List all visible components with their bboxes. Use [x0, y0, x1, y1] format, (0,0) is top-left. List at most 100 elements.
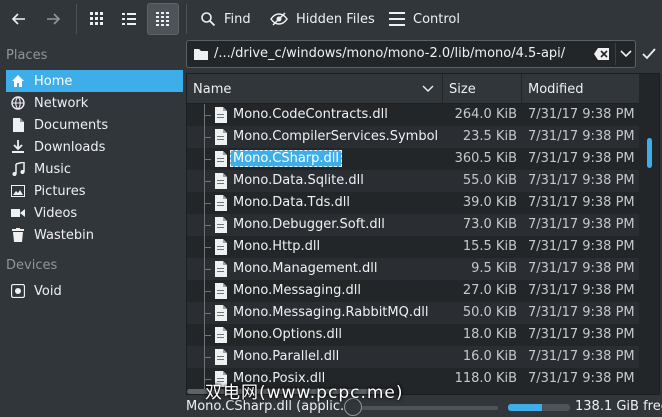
- table-row[interactable]: Mono.Messaging.RabbitMQ.dll 50.0 KiB 7/31/…: [187, 302, 639, 324]
- tree-line: [204, 247, 211, 248]
- table-row[interactable]: Mono.Http.dll 15.5 KiB 7/31/17 9:38 PM: [187, 236, 639, 258]
- clear-location-icon[interactable]: [594, 47, 610, 61]
- control-label: Control: [413, 11, 460, 27]
- file-size: 23.5 KiB: [462, 129, 517, 144]
- file-modified: 7/31/17 9:38 PM: [528, 283, 635, 298]
- table-row[interactable]: Mono.Parallel.dll 16.0 KiB 7/31/17 9:38 PM: [187, 346, 639, 368]
- location-separator: [615, 43, 616, 65]
- location-bar[interactable]: /.../drive_c/windows/mono/mono-2.0/lib/m…: [186, 40, 636, 68]
- column-name-label: Name: [193, 81, 232, 97]
- file-icon: [215, 195, 227, 211]
- file-name[interactable]: Mono.Messaging.RabbitMQ.dll: [233, 305, 438, 320]
- file-name[interactable]: Mono.Options.dll: [233, 327, 438, 342]
- file-icon: [215, 283, 227, 299]
- trash-icon: [10, 227, 26, 243]
- tree-line: [204, 137, 211, 138]
- file-modified: 7/31/17 9:38 PM: [528, 195, 635, 210]
- tree-line: [204, 225, 211, 226]
- file-modified: 7/31/17 9:38 PM: [528, 239, 635, 254]
- find-button[interactable]: Find: [194, 3, 257, 35]
- compact-view-button[interactable]: [115, 3, 143, 35]
- icons-view-button[interactable]: [83, 3, 111, 35]
- place-wastebin[interactable]: Wastebin: [6, 224, 183, 246]
- toolbar-separator: [186, 4, 187, 34]
- watermark: 双电网(www.pcpc.me): [205, 383, 404, 403]
- music-icon: [10, 161, 26, 177]
- place-label: Videos: [34, 205, 78, 221]
- file-size: 16.0 KiB: [462, 349, 517, 364]
- column-modified-header[interactable]: Modified: [522, 74, 639, 104]
- tree-line: [204, 291, 211, 292]
- file-modified: 7/31/17 9:38 PM: [528, 107, 635, 122]
- place-videos[interactable]: Videos: [6, 202, 183, 224]
- table-row[interactable]: Mono.CSharp.dll 360.5 KiB 7/31/17 9:38 PM: [187, 148, 639, 170]
- place-home[interactable]: Home: [6, 70, 183, 92]
- hidden-files-button[interactable]: Hidden Files: [264, 3, 381, 35]
- file-name[interactable]: Mono.Data.Sqlite.dll: [233, 173, 438, 188]
- drive-icon: [10, 283, 26, 299]
- file-name[interactable]: Mono.Parallel.dll: [233, 349, 438, 364]
- documents-icon: [10, 117, 26, 133]
- file-icon: [215, 129, 227, 145]
- list-icon: [122, 13, 136, 25]
- place-music[interactable]: Music: [6, 158, 183, 180]
- details-view-button[interactable]: [147, 3, 179, 35]
- file-name[interactable]: Mono.Messaging.dll: [233, 283, 438, 298]
- file-icon: [215, 261, 227, 277]
- vertical-scrollbar[interactable]: [639, 104, 659, 394]
- column-header: Name Size Modified: [187, 74, 639, 104]
- file-name[interactable]: Mono.Management.dll: [233, 261, 438, 276]
- file-size: 39.0 KiB: [462, 195, 517, 210]
- tree-line: [204, 313, 211, 314]
- file-modified: 7/31/17 9:38 PM: [528, 261, 635, 276]
- tree-line: [204, 335, 211, 336]
- place-label: Home: [34, 73, 73, 89]
- place-label: Documents: [34, 117, 109, 133]
- places-section-title: Places: [6, 48, 48, 63]
- forward-button[interactable]: [40, 3, 66, 35]
- column-size-header[interactable]: Size: [443, 74, 521, 104]
- file-name[interactable]: Mono.Debugger.Soft.dll: [233, 217, 438, 232]
- file-modified: 7/31/17 9:38 PM: [528, 173, 635, 188]
- file-icon: [215, 327, 227, 343]
- file-size: 118.0 KiB: [454, 371, 517, 386]
- folder-icon: [194, 47, 208, 61]
- hamburger-menu-icon: [389, 12, 405, 26]
- table-row[interactable]: Mono.Data.Sqlite.dll 55.0 KiB 7/31/17 9:38…: [187, 170, 639, 192]
- file-icon: [215, 107, 227, 123]
- scrollbar-thumb[interactable]: [647, 138, 652, 168]
- place-documents[interactable]: Documents: [6, 114, 183, 136]
- tree-line: [204, 115, 211, 116]
- place-label: Pictures: [34, 183, 86, 199]
- file-list-view[interactable]: Name Size Modified Mono.CodeContracts.dl…: [186, 73, 660, 395]
- go-button[interactable]: [638, 43, 660, 65]
- table-row[interactable]: Mono.CodeContracts.dll 264.0 KiB 7/31/17 9…: [187, 104, 639, 126]
- file-name[interactable]: Mono.CompilerServices.Symbol...: [233, 129, 438, 144]
- place-network[interactable]: Network: [6, 92, 183, 114]
- location-path[interactable]: /.../drive_c/windows/mono/mono-2.0/lib/m…: [214, 46, 565, 61]
- place-pictures[interactable]: Pictures: [6, 180, 183, 202]
- table-row[interactable]: Mono.Options.dll 18.0 KiB 7/31/17 9:38 PM: [187, 324, 639, 346]
- file-modified: 7/31/17 9:38 PM: [528, 151, 635, 166]
- eye-hidden-icon: [270, 12, 288, 26]
- table-row[interactable]: Mono.Debugger.Soft.dll 73.0 KiB 7/31/17 9:…: [187, 214, 639, 236]
- table-row[interactable]: Mono.Messaging.dll 27.0 KiB 7/31/17 9:38 P…: [187, 280, 639, 302]
- file-size: 18.0 KiB: [462, 327, 517, 342]
- chevron-down-icon[interactable]: [620, 50, 632, 58]
- back-button[interactable]: [6, 3, 32, 35]
- file-name[interactable]: Mono.CodeContracts.dll: [233, 107, 438, 122]
- file-name[interactable]: Mono.Http.dll: [233, 239, 438, 254]
- file-name[interactable]: Mono.Data.Tds.dll: [233, 195, 438, 210]
- control-button[interactable]: Control: [383, 3, 466, 35]
- file-name[interactable]: Mono.CSharp.dll: [230, 150, 343, 167]
- zoom-slider[interactable]: [358, 406, 498, 410]
- table-row[interactable]: Mono.Data.Tds.dll 39.0 KiB 7/31/17 9:38 PM: [187, 192, 639, 214]
- table-row[interactable]: Mono.Management.dll 9.5 KiB 7/31/17 9:38 P…: [187, 258, 639, 280]
- column-name-header[interactable]: Name: [187, 74, 442, 104]
- place-downloads[interactable]: Downloads: [6, 136, 183, 158]
- device-void[interactable]: Void: [6, 280, 183, 302]
- toolbar-separator: [76, 4, 77, 34]
- devices-section-title: Devices: [6, 258, 58, 273]
- table-row[interactable]: Mono.CompilerServices.Symbol... 23.5 KiB 7…: [187, 126, 639, 148]
- tree-line: [204, 203, 211, 204]
